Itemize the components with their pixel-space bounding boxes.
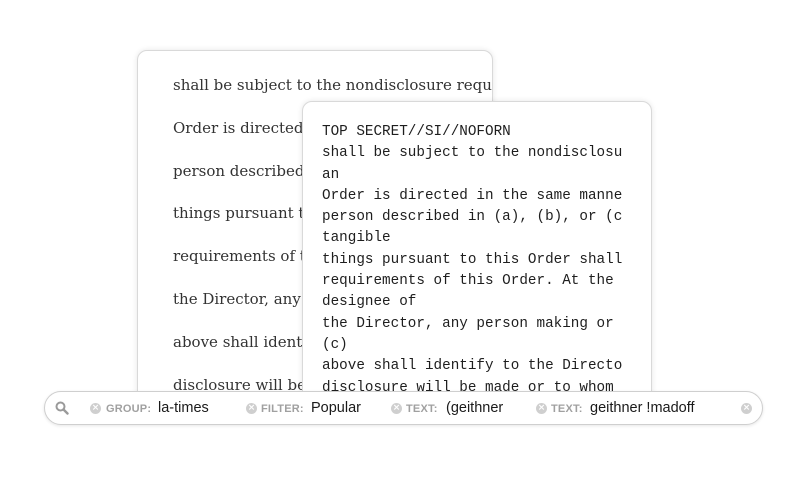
ocr-text-line: an [322,166,340,183]
ocr-text: TOP SECRET//SI//NOFORN shall be subject … [322,122,651,399]
facet-value[interactable]: geithner !madoff [590,400,695,416]
facet-category-label: FILTER: [261,403,304,415]
ocr-text-line: person described in (a), (b), or (c [322,209,623,226]
facet-value[interactable]: la-times [158,400,209,416]
visual-search-bar[interactable]: × GROUP: la-times × FILTER: Popular × TE… [44,391,763,425]
facet-category-label: TEXT: [406,403,438,415]
facet-category-label: TEXT: [551,403,583,415]
ocr-text-line: (c) [322,336,348,353]
ocr-text-line: designee of [322,294,417,311]
ocr-text-line: TOP SECRET//SI//NOFORN [322,124,511,140]
remove-facet-icon[interactable]: × [90,403,101,414]
ocr-text-line: requirements of this Order. At the [322,273,614,290]
ocr-text-line: shall be subject to the nondisclosu [322,145,623,162]
search-icon[interactable] [55,401,69,415]
clear-search-icon[interactable]: × [741,403,752,414]
facet-value[interactable]: (geithner [446,400,503,416]
document-page-ocr-text: TOP SECRET//SI//NOFORN shall be subject … [302,101,652,413]
ocr-text-line: things pursuant to this Order shall [322,251,623,268]
facet-category-label: GROUP: [106,403,152,415]
remove-facet-icon[interactable]: × [246,403,257,414]
ocr-text-line: above shall identify to the Directo [322,358,623,375]
ocr-text-line: tangible [322,230,391,247]
ocr-text-line: Order is directed in the same manne [322,187,623,204]
remove-facet-icon[interactable]: × [536,403,547,414]
remove-facet-icon[interactable]: × [391,403,402,414]
facet-value[interactable]: Popular [311,400,361,416]
ocr-text-line: the Director, any person making or [322,315,614,332]
